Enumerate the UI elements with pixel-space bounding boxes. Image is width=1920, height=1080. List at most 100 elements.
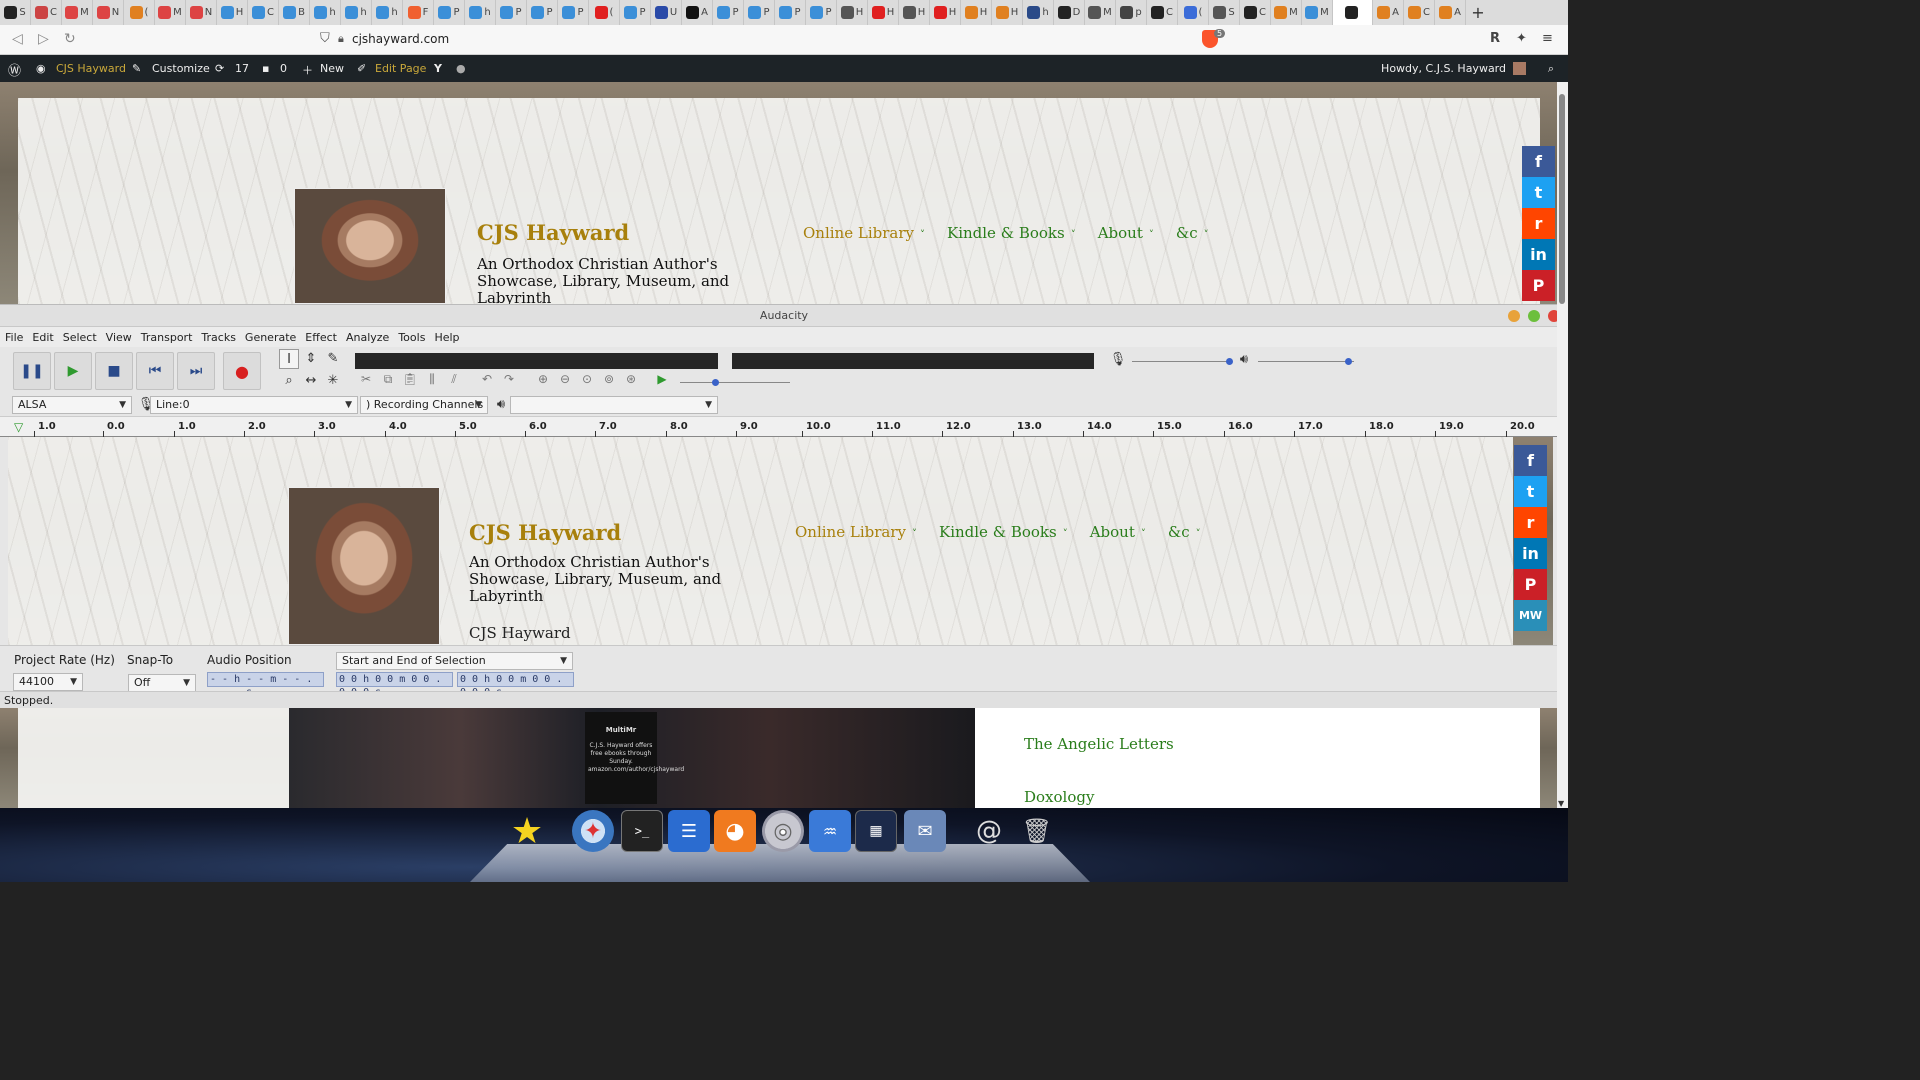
menu-effect[interactable]: Effect: [305, 331, 337, 344]
times-square-banner[interactable]: MultiMr C.J.S. Hayward offers free ebook…: [289, 708, 975, 808]
chevron-down-icon[interactable]: ˅: [1149, 230, 1154, 241]
chevron-down-icon[interactable]: ˅: [1071, 230, 1076, 241]
trash-icon[interactable]: 🗑︎: [1016, 810, 1058, 852]
nav-link-0[interactable]: Online Library ˅: [795, 523, 917, 541]
reload-icon[interactable]: ↻: [64, 31, 76, 47]
browser-tab[interactable]: (: [124, 0, 155, 25]
envelope-tool-icon[interactable]: ⇕: [301, 349, 321, 369]
facebook-icon[interactable]: f: [1522, 146, 1555, 177]
linkedin-icon[interactable]: in: [1522, 239, 1555, 270]
playback-meter[interactable]: [732, 353, 1094, 369]
browser-tab[interactable]: M: [1302, 0, 1333, 25]
browser-tab[interactable]: P: [744, 0, 775, 25]
scrollbar-thumb[interactable]: [1559, 94, 1565, 304]
forward-icon[interactable]: ▷: [38, 31, 49, 47]
browser-tab[interactable]: M: [155, 0, 186, 25]
wp-updates-count[interactable]: 17: [235, 62, 249, 75]
customize-icon[interactable]: ✎: [132, 62, 141, 75]
paste-icon[interactable]: 📋︎: [399, 372, 421, 386]
comments-icon[interactable]: ▪: [262, 62, 269, 75]
play-at-speed-icon[interactable]: ▶: [651, 372, 673, 386]
browser-tab[interactable]: A: [1373, 0, 1404, 25]
browser-tab[interactable]: S: [1209, 0, 1240, 25]
selection-tool-icon[interactable]: I: [279, 349, 299, 369]
wp-new[interactable]: New: [320, 62, 344, 75]
user-avatar[interactable]: [1513, 62, 1526, 75]
reddit-icon[interactable]: r: [1522, 208, 1555, 239]
browser-tab[interactable]: h: [1023, 0, 1054, 25]
browser-tab[interactable]: P: [620, 0, 651, 25]
nav-link-1[interactable]: Kindle & Books ˅: [939, 523, 1068, 541]
selection-start-time[interactable]: 0 0 h 0 0 m 0 0 . 0 0 0 s: [336, 672, 453, 698]
site-title[interactable]: CJS Hayward: [477, 220, 629, 245]
record-button[interactable]: ●: [223, 352, 261, 390]
cd-player-icon[interactable]: ◎: [762, 810, 804, 852]
selection-mode-select[interactable]: Start and End of Selection ▼: [336, 652, 573, 670]
browser-tab[interactable]: H: [868, 0, 899, 25]
link-doxology[interactable]: Doxology: [1024, 788, 1094, 806]
browser-tab[interactable]: C: [1404, 0, 1435, 25]
fit-selection-icon[interactable]: ⊙: [576, 372, 598, 386]
track-area[interactable]: CJS Hayward An Orthodox Christian Author…: [8, 437, 1553, 645]
safari-compass-icon[interactable]: ✦: [572, 810, 614, 852]
mail-stamp-icon[interactable]: ✉: [904, 810, 946, 852]
silence-icon[interactable]: ⫽: [443, 372, 465, 387]
snap-to-select[interactable]: Off ▼: [128, 674, 196, 692]
project-rate-select[interactable]: 44100 ▼: [13, 673, 83, 691]
browser-tab[interactable]: N: [93, 0, 124, 25]
browser-tab[interactable]: C: [248, 0, 279, 25]
text-editor-icon[interactable]: ☰: [668, 810, 710, 852]
selection-end-time[interactable]: 0 0 h 0 0 m 0 0 . 0 0 0 s: [457, 672, 574, 698]
twitter-icon[interactable]: t: [1522, 177, 1555, 208]
browser-tab[interactable]: P: [713, 0, 744, 25]
chevron-down-icon[interactable]: ˅: [1141, 529, 1146, 540]
browser-tab[interactable]: M: [1271, 0, 1302, 25]
twitter-icon[interactable]: t: [1514, 476, 1547, 507]
facebook-icon[interactable]: f: [1514, 445, 1547, 476]
playback-volume-track[interactable]: [1258, 361, 1354, 362]
wp-edit-page[interactable]: Edit Page: [375, 62, 426, 75]
address-url[interactable]: cjshayward.com: [352, 32, 449, 46]
page-scrollbar[interactable]: ▼: [1557, 82, 1568, 808]
browser-tab[interactable]: F: [403, 0, 434, 25]
favorites-star-icon[interactable]: ★: [506, 810, 548, 852]
reddit-icon[interactable]: r: [1514, 507, 1547, 538]
playback-volume-knob[interactable]: [1345, 358, 1352, 365]
browser-tab[interactable]: C: [1240, 0, 1271, 25]
new-icon[interactable]: ＋: [302, 62, 313, 78]
audacity-icon[interactable]: ♒: [809, 810, 851, 852]
scroll-down-icon[interactable]: ▼: [1558, 799, 1564, 808]
channels-select[interactable]: ) Recording Channels ▼: [360, 396, 488, 414]
browser-tab[interactable]: A: [682, 0, 713, 25]
chevron-down-icon[interactable]: ˅: [1196, 529, 1201, 540]
menu-view[interactable]: View: [106, 331, 132, 344]
bookmark-icon[interactable]: ⛉: [320, 31, 330, 46]
workspace-switcher-icon[interactable]: ▦: [855, 810, 897, 852]
wp-comments-count[interactable]: 0: [280, 62, 287, 75]
new-tab-button[interactable]: +: [1466, 3, 1490, 22]
dashboard-icon[interactable]: ◉: [36, 62, 46, 75]
captured-site-title[interactable]: CJS Hayward: [469, 520, 621, 545]
undo-icon[interactable]: ↶: [476, 372, 498, 386]
browser-tab[interactable]: P: [496, 0, 527, 25]
updates-icon[interactable]: ⟳: [215, 62, 224, 75]
timeshift-tool-icon[interactable]: ↔: [301, 371, 321, 391]
browser-tab[interactable]: N: [186, 0, 217, 25]
host-select[interactable]: ALSA ▼: [12, 396, 132, 414]
browser-tab[interactable]: P: [806, 0, 837, 25]
browser-tab[interactable]: C: [1147, 0, 1178, 25]
copy-icon[interactable]: ⧉: [377, 372, 399, 387]
maximize-button[interactable]: [1528, 310, 1540, 322]
zoom-toggle-icon[interactable]: ⊛: [620, 372, 642, 386]
browser-tab[interactable]: p: [1116, 0, 1147, 25]
pause-button[interactable]: ❚❚: [13, 352, 51, 390]
play-speed-knob[interactable]: [712, 379, 719, 386]
browser-tab[interactable]: H: [837, 0, 868, 25]
browser-tab[interactable]: (: [589, 0, 620, 25]
browser-tab[interactable]: H: [961, 0, 992, 25]
link-angelic-letters[interactable]: The Angelic Letters: [1024, 735, 1174, 753]
browser-tab[interactable]: h: [465, 0, 496, 25]
record-volume-knob[interactable]: [1226, 358, 1233, 365]
input-device-select[interactable]: Line:0 ▼: [150, 396, 358, 414]
browser-tab[interactable]: B: [279, 0, 310, 25]
